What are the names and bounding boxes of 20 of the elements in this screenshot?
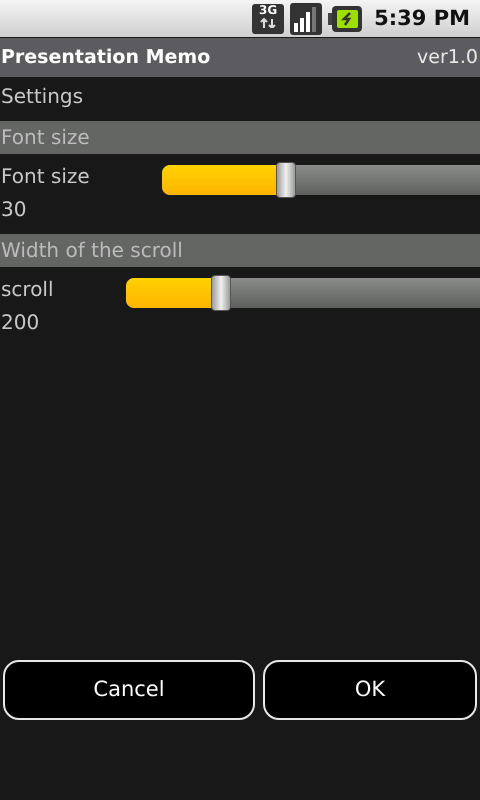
screen-heading: Settings [0, 83, 84, 110]
setting-label: scroll [1, 276, 54, 303]
slider-thumb[interactable] [276, 162, 296, 198]
setting-value: 200 [1, 309, 40, 336]
clock-text: 5:39 PM [374, 4, 470, 32]
ok-button[interactable]: OK [263, 660, 477, 720]
battery-icon [328, 6, 362, 32]
cancel-button[interactable]: Cancel [3, 660, 255, 720]
data-arrows-icon [259, 16, 278, 28]
slider-thumb[interactable] [211, 275, 232, 311]
setting-label: Font size [1, 163, 90, 190]
app-title: Presentation Memo [1, 45, 210, 70]
version-text: ver1.0 [417, 45, 478, 70]
section-header: Font size [0, 121, 480, 154]
section-header: Width of the scroll [0, 234, 480, 267]
slider-track[interactable] [162, 165, 480, 195]
setting-value: 30 [1, 196, 28, 223]
network-label: 3G [259, 4, 278, 16]
signal-icon [290, 2, 322, 34]
slider-track[interactable] [126, 278, 480, 308]
